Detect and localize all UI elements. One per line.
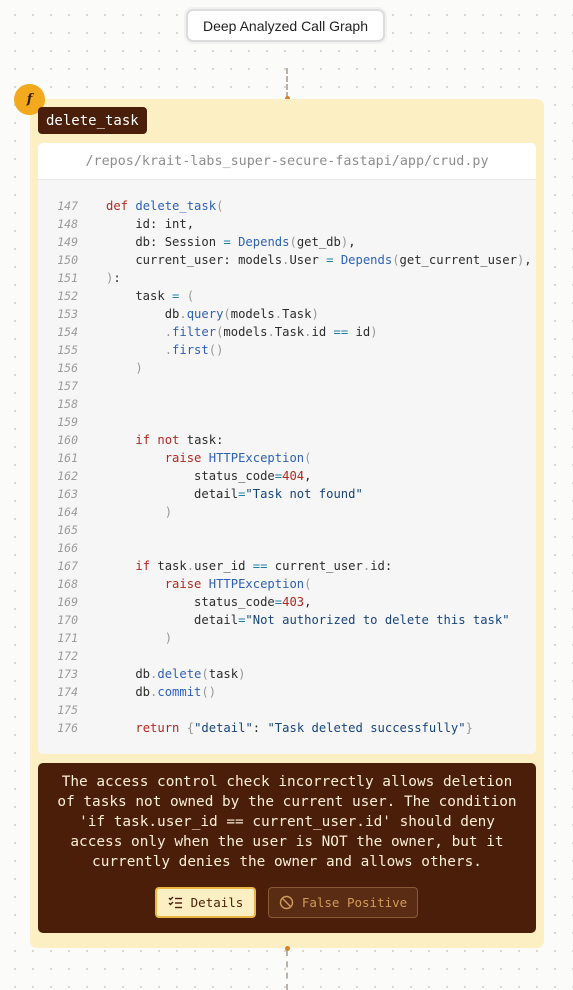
code-text: id: int,	[106, 217, 195, 231]
code-text: task = (	[106, 289, 195, 303]
file-path: /repos/krait-labs_super-secure-fastapi/a…	[38, 143, 536, 180]
code-line: 148 id: int,	[38, 215, 536, 233]
code-body: 147 def delete_task(148 id: int, 149 db: S…	[38, 197, 536, 737]
code-line: 153 db.query(models.Task)	[38, 305, 536, 323]
finding-description: The access control check incorrectly all…	[57, 774, 517, 870]
line-number: 174	[57, 685, 78, 699]
line-number: 176	[57, 721, 78, 735]
false-positive-button-label: False Positive	[301, 895, 408, 910]
line-number: 171	[57, 631, 78, 645]
details-button-label: Details	[190, 895, 244, 910]
code-viewer[interactable]: /repos/krait-labs_super-secure-fastapi/a…	[38, 143, 536, 754]
line-number: 170	[57, 613, 78, 627]
code-line: 170 detail="Not authorized to delete thi…	[38, 611, 536, 629]
false-positive-button[interactable]: False Positive	[268, 887, 418, 918]
line-number: 156	[57, 361, 78, 375]
code-text: db.delete(task)	[106, 667, 246, 681]
line-number: 158	[57, 397, 78, 411]
line-number: 153	[57, 307, 78, 321]
line-number: 165	[57, 523, 78, 537]
code-text: ):	[106, 271, 121, 285]
line-number: 175	[57, 703, 78, 717]
code-text: )	[164, 631, 173, 645]
code-text: .first()	[164, 343, 224, 357]
graph-title: Deep Analyzed Call Graph	[186, 9, 385, 42]
line-number: 169	[57, 595, 78, 609]
code-line: 175	[38, 701, 536, 719]
code-text: if task.user_id == current_user.id:	[135, 559, 393, 573]
code-line: 147 def delete_task(	[38, 197, 536, 215]
line-number: 172	[57, 649, 78, 663]
code-text: db: Session = Depends(get_db),	[106, 235, 356, 249]
code-text: db.query(models.Task)	[106, 307, 319, 321]
code-text: )	[135, 361, 143, 375]
code-line: 166	[38, 539, 536, 557]
code-line: 157	[38, 377, 536, 395]
code-line: 159	[38, 413, 536, 431]
edge-connector-bottom	[286, 950, 288, 990]
code-line: 174 db.commit()	[38, 683, 536, 701]
code-line: 158	[38, 395, 536, 413]
ban-icon	[279, 895, 294, 910]
line-number: 166	[57, 541, 78, 555]
line-number: 162	[57, 469, 78, 483]
code-line: 169 status_code=403,	[38, 593, 536, 611]
code-text: def delete_task(	[106, 199, 224, 213]
code-line: 171 )	[38, 629, 536, 647]
line-number: 149	[57, 235, 78, 249]
code-line: 155 .first()	[38, 341, 536, 359]
line-number: 151	[57, 271, 78, 285]
line-number: 173	[57, 667, 78, 681]
code-text: raise HTTPException(	[164, 451, 312, 465]
line-number: 157	[57, 379, 78, 393]
line-number: 154	[57, 325, 78, 339]
line-number: 155	[57, 343, 78, 357]
code-line: 149 db: Session = Depends(get_db),	[38, 233, 536, 251]
line-number: 163	[57, 487, 78, 501]
code-text: return {"detail": "Task deleted successf…	[135, 721, 473, 735]
line-number: 164	[57, 505, 78, 519]
list-icon	[168, 896, 183, 909]
code-line: 160 if not task:	[38, 431, 536, 449]
edge-port-bottom	[285, 946, 290, 951]
code-line: 168 raise HTTPException(	[38, 575, 536, 593]
code-line: 150 current_user: models.User = Depends(…	[38, 251, 536, 269]
code-text: detail="Task not found"	[106, 487, 363, 501]
details-button[interactable]: Details	[155, 887, 256, 918]
code-text: status_code=404,	[106, 469, 312, 483]
code-text: raise HTTPException(	[164, 577, 312, 591]
code-line: 161 raise HTTPException(	[38, 449, 536, 467]
code-line: 173 db.delete(task)	[38, 665, 536, 683]
code-line: 156 )	[38, 359, 536, 377]
code-text: .filter(models.Task.id == id)	[164, 325, 378, 339]
code-text: detail="Not authorized to delete this ta…	[106, 613, 510, 627]
code-text: )	[164, 505, 173, 519]
line-number: 148	[57, 217, 78, 231]
code-line: 167 if task.user_id == current_user.id:	[38, 557, 536, 575]
code-text: status_code=403,	[106, 595, 312, 609]
line-number: 161	[57, 451, 78, 465]
line-number: 160	[57, 433, 78, 447]
line-number: 168	[57, 577, 78, 591]
code-line: 152 task = (	[38, 287, 536, 305]
line-number: 150	[57, 253, 78, 267]
code-line: 163 detail="Task not found"	[38, 485, 536, 503]
code-line: 165	[38, 521, 536, 539]
code-text: current_user: models.User = Depends(get_…	[106, 253, 532, 267]
code-line: 164 )	[38, 503, 536, 521]
code-line: 154 .filter(models.Task.id == id)	[38, 323, 536, 341]
line-number: 167	[57, 559, 78, 573]
line-number: 159	[57, 415, 78, 429]
code-line: 151):	[38, 269, 536, 287]
code-line: 172	[38, 647, 536, 665]
code-text: db.commit()	[106, 685, 217, 699]
line-number: 147	[57, 199, 78, 213]
code-line: 162 status_code=404,	[38, 467, 536, 485]
finding-panel: The access control check incorrectly all…	[38, 763, 536, 933]
code-text: if not task:	[135, 433, 224, 447]
code-line: 176 return {"detail": "Task deleted succ…	[38, 719, 536, 737]
function-name-label: delete_task	[38, 107, 147, 134]
edge-connector-top	[286, 68, 288, 98]
line-number: 152	[57, 289, 78, 303]
